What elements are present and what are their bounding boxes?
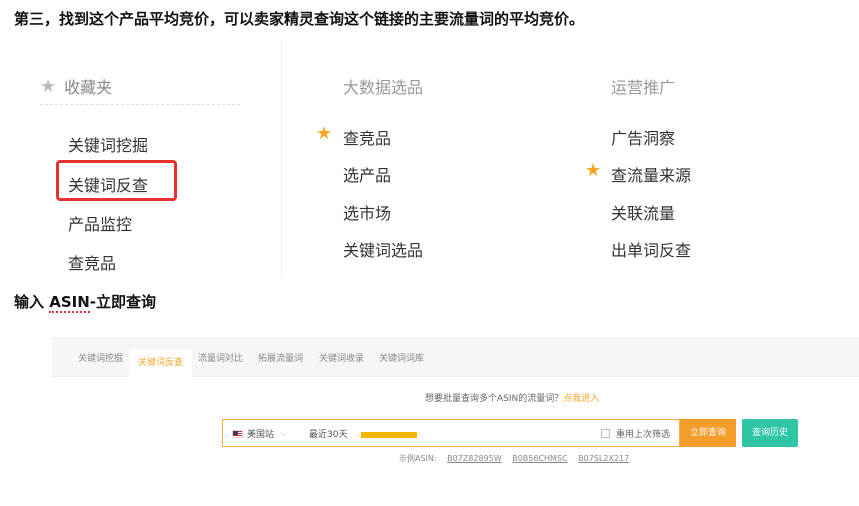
fav-item-product-monitor[interactable]: 产品监控	[68, 211, 132, 235]
ops-item-order-keyword[interactable]: 出单词反查	[611, 237, 691, 261]
heading-asin: ASIN	[49, 293, 90, 313]
tab-expand-traffic[interactable]: 拓展流量词	[258, 351, 303, 364]
query-button[interactable]: 立即查询	[680, 419, 736, 447]
example-asins: 示例ASIN: B07Z82895W B0B56CHMSC B07SL2X217	[399, 453, 629, 464]
fav-item-competitor[interactable]: 查竞品	[68, 250, 116, 274]
example-asin-link[interactable]: B0B56CHMSC	[512, 454, 567, 463]
step3-heading: 第三，找到这个产品平均竞价，可以卖家精灵查询这个链接的主要流量词的平均竞价。	[14, 10, 585, 28]
operations-title: 运营推广	[611, 78, 676, 97]
ops-item-ad-insight[interactable]: 广告洞察	[611, 125, 675, 149]
favorites-divider	[40, 104, 240, 105]
tab-keyword-index[interactable]: 关键词收录	[319, 351, 364, 364]
batch-hint: 想要批量查询多个ASIN的流量词？点我进入	[425, 391, 599, 404]
fav-item-keyword-mining[interactable]: 关键词挖掘	[68, 132, 148, 156]
history-button[interactable]: 查询历史	[742, 419, 798, 447]
tab-keyword-mining[interactable]: 关键词挖掘	[78, 351, 123, 364]
keyword-reverse-tool: 关键词挖掘 关键词反查 流量词对比 拓展流量词 关键词收录 关键词词库 想要批量…	[52, 338, 859, 498]
batch-hint-text: 想要批量查询多个ASIN的流量词？	[425, 394, 564, 404]
period-select[interactable]: 最近30天 ⌵	[309, 427, 363, 440]
big-data-item-select-market[interactable]: 选市场	[343, 200, 391, 224]
big-data-item-select-product[interactable]: 选产品	[343, 162, 391, 186]
favorites-title: 收藏夹	[64, 78, 113, 97]
reuse-filter-checkbox[interactable]	[601, 429, 610, 438]
site-select-value: 美国站	[247, 430, 275, 440]
column-divider	[281, 40, 282, 275]
highlight-box	[56, 160, 177, 201]
example-asin-link[interactable]: B07SL2X217	[578, 454, 629, 463]
ops-item-related-traffic[interactable]: 关联流量	[611, 200, 675, 224]
batch-hint-link[interactable]: 点我进入	[563, 394, 599, 404]
asin-input-redaction[interactable]	[361, 432, 417, 438]
chevron-down-icon: ⌵	[280, 428, 287, 439]
asin-search-bar[interactable]: 美国站 ⌵ 最近30天 ⌵ 重用上次筛选	[222, 419, 680, 447]
site-select[interactable]: 美国站 ⌵	[232, 427, 287, 440]
heading-prefix: 输入	[14, 293, 50, 311]
reuse-filter-option[interactable]: 重用上次筛选	[601, 427, 670, 440]
favorites-header: ★ 收藏夹	[40, 74, 112, 98]
tab-keyword-library[interactable]: 关键词词库	[379, 351, 424, 364]
heading-suffix: -立即查询	[89, 293, 157, 311]
tab-keyword-reverse[interactable]: 关键词反查	[129, 349, 193, 377]
favorite-star-icon[interactable]: ★	[585, 160, 601, 181]
tool-tabs: 关键词挖掘 关键词反查 流量词对比 拓展流量词 关键词收录 关键词词库	[52, 339, 859, 377]
big-data-item-competitor[interactable]: 查竞品	[343, 125, 391, 149]
ops-item-traffic-source[interactable]: 查流量来源	[611, 162, 691, 186]
star-icon: ★	[40, 75, 57, 97]
us-flag-icon	[232, 429, 243, 438]
big-data-item-keyword-select[interactable]: 关键词选品	[343, 237, 423, 261]
reuse-filter-label: 重用上次筛选	[616, 430, 671, 440]
input-asin-heading: 输入 ASIN-立即查询	[14, 291, 157, 313]
period-select-value: 最近30天	[309, 430, 348, 440]
favorite-star-icon[interactable]: ★	[316, 123, 332, 144]
tool-menu-panel: ★ 收藏夹 关键词挖掘 关键词反查 产品监控 查竞品 大数据选品 ★ 查竞品 选…	[0, 40, 859, 275]
big-data-title: 大数据选品	[343, 78, 424, 97]
example-asin-link[interactable]: B07Z82895W	[447, 454, 502, 463]
examples-label: 示例ASIN:	[399, 454, 437, 463]
tab-traffic-compare[interactable]: 流量词对比	[198, 351, 243, 364]
